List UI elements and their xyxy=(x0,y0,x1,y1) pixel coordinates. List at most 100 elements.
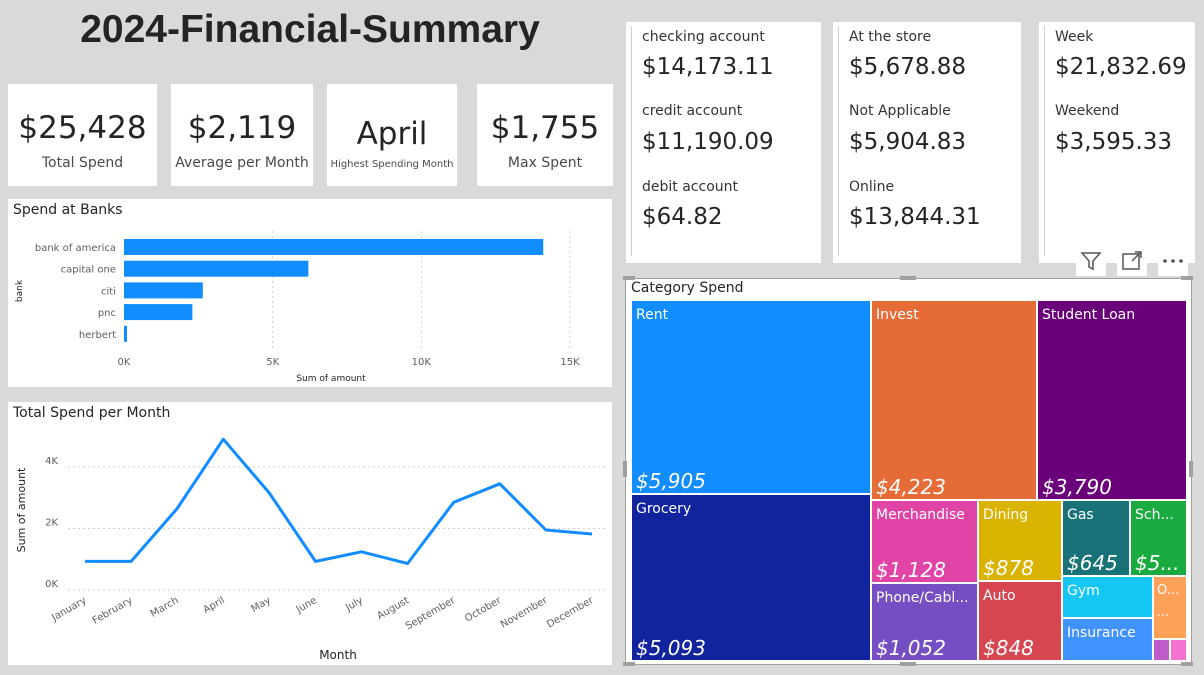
filter-button[interactable] xyxy=(1076,246,1106,276)
tile-value: $1,052 xyxy=(876,636,946,660)
bank-spend-chart[interactable]: Spend at Banks 0K 5K 10K 15K bank of america… xyxy=(8,199,612,387)
treemap-tile[interactable]: O...... xyxy=(1153,576,1187,639)
x-tick-label: 10K xyxy=(412,357,432,368)
tile-label: O... xyxy=(1157,583,1180,598)
focus-mode-button[interactable] xyxy=(1117,246,1147,276)
y-tick-label: 0K xyxy=(45,579,58,590)
x-tick-label: February xyxy=(91,595,135,627)
treemap-tile[interactable]: Merchandise $1,128 xyxy=(871,500,978,583)
tile-value: $848 xyxy=(983,636,1034,660)
bar-chart-svg: 0K 5K 10K 15K bank of america capital one citi… xyxy=(15,231,580,384)
treemap-tile[interactable]: Gas $645 xyxy=(1062,500,1130,576)
treemap-tile[interactable] xyxy=(1153,639,1170,661)
resize-handle[interactable] xyxy=(900,662,916,666)
x-tick-label: November xyxy=(499,595,550,631)
kpi-card-average-per-month[interactable]: $2,119 Average per Month xyxy=(171,84,313,186)
row-label: debit account xyxy=(642,179,738,195)
row-value: $21,832.69 xyxy=(1055,54,1187,80)
card-accent-line xyxy=(838,26,839,256)
multirow-card-accounts[interactable]: checking account $14,173.11 credit accou… xyxy=(626,22,821,263)
x-axis-label: Month xyxy=(319,648,357,662)
kpi-label: Total Spend xyxy=(41,155,124,171)
tile-label: Auto xyxy=(983,588,1016,604)
y-tick-label: 2K xyxy=(45,517,58,528)
resize-handle[interactable] xyxy=(900,276,916,280)
treemap-tile[interactable]: Phone/Cabl... $1,052 xyxy=(871,583,978,661)
treemap-tile[interactable]: Sch... $5... xyxy=(1130,500,1187,576)
tile-label: Gym xyxy=(1067,583,1100,599)
tile-label: Dining xyxy=(983,507,1029,523)
tile-value: $4,223 xyxy=(876,475,946,499)
tile-label: Merchandise xyxy=(876,507,965,523)
tile-value: $3,790 xyxy=(1042,475,1112,499)
x-tick-label: 15K xyxy=(560,357,580,368)
line-chart-svg: 0K 2K 4K January February March April May June Ju… xyxy=(15,437,606,662)
x-tick-label: May xyxy=(249,595,272,615)
tile-label: Rent xyxy=(636,307,669,323)
x-tick-label: 0K xyxy=(118,357,131,368)
x-tick-label: December xyxy=(545,595,596,631)
treemap-tile[interactable] xyxy=(1170,639,1187,661)
resize-handle[interactable] xyxy=(1189,461,1193,477)
row-label: Online xyxy=(849,179,895,195)
kpi-value: $1,755 xyxy=(490,110,600,146)
resize-handle[interactable] xyxy=(1181,662,1193,666)
x-tick-label: August xyxy=(375,595,411,622)
resize-handle[interactable] xyxy=(623,662,635,666)
kpi-card-highest-spending-month[interactable]: April Highest Spending Month xyxy=(327,84,457,186)
x-tick-label: June xyxy=(294,595,319,616)
tile-label: Gas xyxy=(1067,507,1094,523)
tile-value: $5,093 xyxy=(636,636,706,660)
more-options-button[interactable] xyxy=(1158,246,1188,276)
treemap-tile[interactable]: Auto $848 xyxy=(978,581,1062,661)
row-value: $13,844.31 xyxy=(849,204,981,230)
chart-title: Category Spend xyxy=(631,280,744,296)
row-value: $14,173.11 xyxy=(642,54,774,80)
kpi-value: April xyxy=(356,116,428,152)
monthly-spend-chart[interactable]: Total Spend per Month 0K 2K 4K January Febru… xyxy=(8,402,612,665)
tile-label: Student Loan xyxy=(1042,307,1136,323)
x-tick-label: April xyxy=(201,595,226,616)
x-tick-label: September xyxy=(404,595,458,633)
tile-value: $645 xyxy=(1067,551,1118,575)
x-axis-label: Sum of amount xyxy=(296,374,366,384)
x-tick-label: January xyxy=(49,595,88,624)
row-label: At the store xyxy=(849,29,932,45)
tile-value: $5... xyxy=(1135,551,1180,575)
kpi-value: $25,428 xyxy=(18,110,147,146)
x-tick-label: July xyxy=(343,595,365,614)
treemap-tile[interactable]: Grocery $5,093 xyxy=(631,494,871,661)
resize-handle[interactable] xyxy=(1181,276,1193,280)
resize-handle[interactable] xyxy=(623,461,627,477)
x-tick-label: 5K xyxy=(266,357,279,368)
y-axis-label: Sum of amount xyxy=(15,467,28,552)
tile-label: Invest xyxy=(876,307,919,323)
card-accent-line xyxy=(631,26,632,256)
row-value: $5,678.88 xyxy=(849,54,967,80)
resize-handle[interactable] xyxy=(623,276,635,280)
bar xyxy=(124,304,193,321)
tile-label: Insurance xyxy=(1067,625,1136,641)
kpi-card-total-spend[interactable]: $25,428 Total Spend xyxy=(8,84,157,186)
treemap-tile[interactable]: Invest $4,223 xyxy=(871,300,1037,500)
treemap-tile[interactable]: Student Loan $3,790 xyxy=(1037,300,1187,500)
tile-label: Phone/Cabl... xyxy=(876,590,969,606)
tile-value: $5,905 xyxy=(636,469,706,493)
treemap-tile[interactable]: Insurance xyxy=(1062,618,1153,661)
filter-icon xyxy=(1080,252,1102,271)
multirow-card-channels[interactable]: At the store $5,678.88 Not Applicable $5… xyxy=(833,22,1021,263)
row-value: $5,904.83 xyxy=(849,129,967,155)
bar xyxy=(124,260,309,277)
card-accent-line xyxy=(1044,26,1045,256)
treemap-tile[interactable]: Gym xyxy=(1062,576,1153,618)
row-label: Weekend xyxy=(1055,103,1120,119)
y-tick-label: 4K xyxy=(45,456,58,467)
multirow-card-week[interactable]: Week $21,832.69 Weekend $3,595.33 xyxy=(1039,22,1195,263)
treemap-tile[interactable]: Rent $5,905 xyxy=(631,300,871,494)
row-label: Week xyxy=(1055,29,1094,45)
y-tick-label: bank of america xyxy=(35,243,116,254)
kpi-card-max-spent[interactable]: $1,755 Max Spent xyxy=(477,84,613,186)
focus-mode-icon xyxy=(1122,251,1142,270)
treemap-tile[interactable]: Dining $878 xyxy=(978,500,1062,581)
row-label: checking account xyxy=(642,29,765,45)
